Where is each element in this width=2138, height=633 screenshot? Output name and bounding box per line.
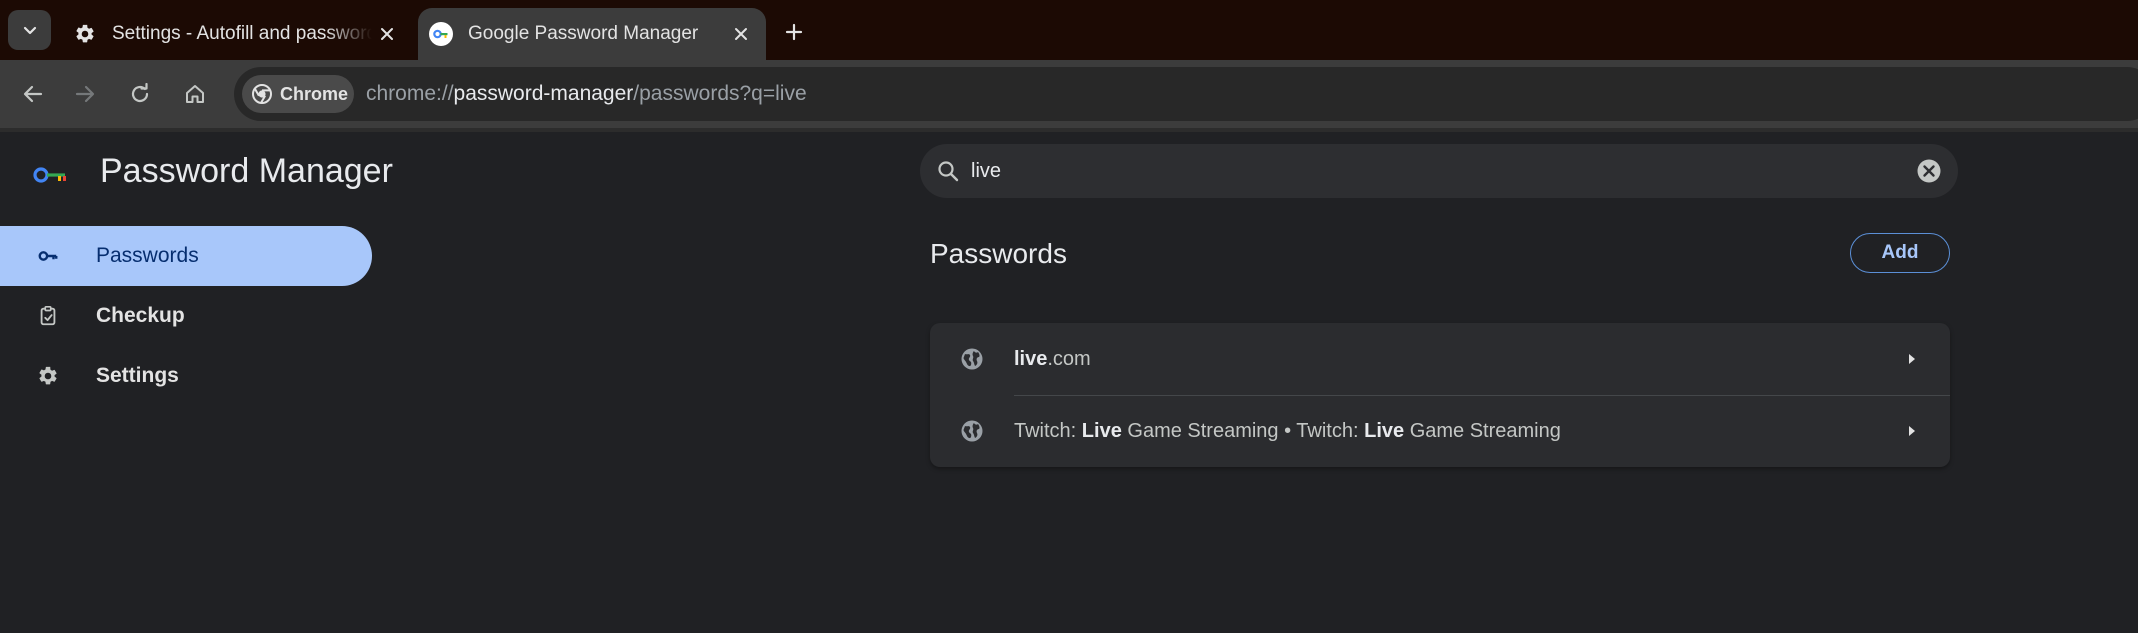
- add-password-button[interactable]: Add: [1850, 233, 1950, 273]
- plus-icon: [785, 23, 803, 41]
- chevron-right-icon: [1909, 354, 1915, 364]
- reload-icon: [131, 83, 149, 103]
- tab-search-button[interactable]: [8, 10, 51, 50]
- sidebar-item-settings[interactable]: Settings: [0, 346, 372, 406]
- url-scheme: chrome://: [366, 82, 454, 105]
- tab-title: Google Password Manager: [468, 23, 699, 44]
- sidebar-item-checkup[interactable]: Checkup: [0, 286, 372, 346]
- tab-settings[interactable]: Settings - Autofill and passwords: [62, 8, 412, 60]
- back-arrow-icon: [23, 85, 43, 103]
- entry-text: Twitch: Live Game Streaming • Twitch: Li…: [1014, 395, 1561, 467]
- list-item[interactable]: live.com: [930, 323, 1950, 395]
- url-path: /passwords?q=live: [633, 82, 807, 105]
- search-passwords-input[interactable]: live: [920, 144, 1958, 198]
- entry-text-part: Live: [1081, 420, 1122, 442]
- new-tab-button[interactable]: [776, 14, 812, 50]
- tab-password-manager[interactable]: Google Password Manager: [418, 8, 766, 60]
- chevron-down-icon: [23, 26, 36, 35]
- back-button[interactable]: [14, 75, 52, 113]
- forward-arrow-icon: [75, 85, 95, 103]
- address-bar[interactable]: Chrome chrome://password-manager/passwor…: [234, 67, 2138, 121]
- toolbar-divider: [0, 128, 2138, 132]
- url-host: password-manager: [453, 82, 634, 105]
- sidebar-item-passwords[interactable]: Passwords: [0, 226, 372, 286]
- globe-icon: [961, 348, 983, 370]
- key-icon: [36, 244, 60, 268]
- home-button[interactable]: [176, 75, 214, 113]
- sidebar-item-label: Passwords: [96, 244, 199, 267]
- url-text[interactable]: chrome://password-manager/passwords?q=li…: [366, 67, 807, 121]
- site-chip-label: Chrome: [280, 83, 349, 104]
- site-info-chip[interactable]: Chrome: [242, 75, 354, 113]
- globe-icon: [961, 420, 983, 442]
- checkup-clipboard-icon: [36, 304, 60, 328]
- entry-text-part: live: [1014, 348, 1048, 370]
- home-icon: [186, 85, 204, 103]
- close-icon[interactable]: [372, 19, 402, 49]
- sidebar-item-label: Checkup: [96, 304, 185, 327]
- section-title: Passwords: [930, 238, 1067, 269]
- entry-text: live.com: [1014, 323, 1091, 395]
- entry-text-part: .com: [1047, 348, 1091, 370]
- browser-toolbar: Chrome chrome://password-manager/passwor…: [0, 60, 2138, 128]
- password-list: live.com Twitch: Live Game Streaming • T…: [930, 323, 1950, 467]
- gear-icon: [36, 364, 60, 388]
- entry-text-part: Twitch:: [1014, 420, 1082, 442]
- clear-search-icon[interactable]: [1916, 158, 1942, 184]
- forward-button[interactable]: [66, 75, 104, 113]
- tab-title: Settings - Autofill and passwords: [112, 23, 372, 44]
- chevron-right-icon: [1909, 426, 1915, 436]
- search-icon: [938, 161, 959, 182]
- entry-text-part: Game Streaming: [1404, 420, 1561, 442]
- password-manager-icon: [428, 21, 454, 47]
- tab-strip: Settings - Autofill and passwords Google…: [0, 0, 2138, 60]
- chrome-logo-icon: [252, 84, 272, 104]
- search-query-text: live: [971, 160, 1002, 182]
- list-item[interactable]: Twitch: Live Game Streaming • Twitch: Li…: [930, 395, 1950, 467]
- entry-text-part: Live: [1364, 420, 1405, 442]
- reload-button[interactable]: [121, 75, 159, 113]
- app-title: Password Manager: [100, 152, 393, 190]
- password-manager-logo-icon: [33, 167, 66, 183]
- gear-icon: [72, 21, 98, 47]
- close-icon[interactable]: [726, 19, 756, 49]
- sidebar-item-label: Settings: [96, 364, 179, 387]
- entry-text-part: Game Streaming • Twitch:: [1121, 420, 1365, 442]
